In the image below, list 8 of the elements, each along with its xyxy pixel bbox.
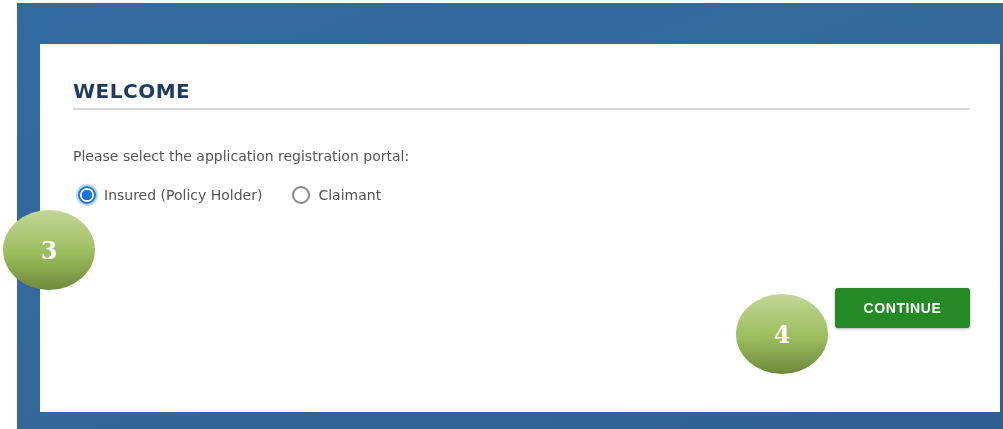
radio-label[interactable]: Insured (Policy Holder) xyxy=(104,187,263,203)
step-badge: 3 xyxy=(3,210,95,290)
continue-button[interactable]: CONTINUE xyxy=(835,288,970,328)
section-heading: WELCOME xyxy=(73,78,192,104)
radio-button[interactable] xyxy=(78,186,96,204)
prompt-text: Please select the application registration portal: xyxy=(73,148,411,164)
radio-label[interactable]: Claimant xyxy=(318,187,382,203)
radio-button[interactable] xyxy=(292,186,311,204)
